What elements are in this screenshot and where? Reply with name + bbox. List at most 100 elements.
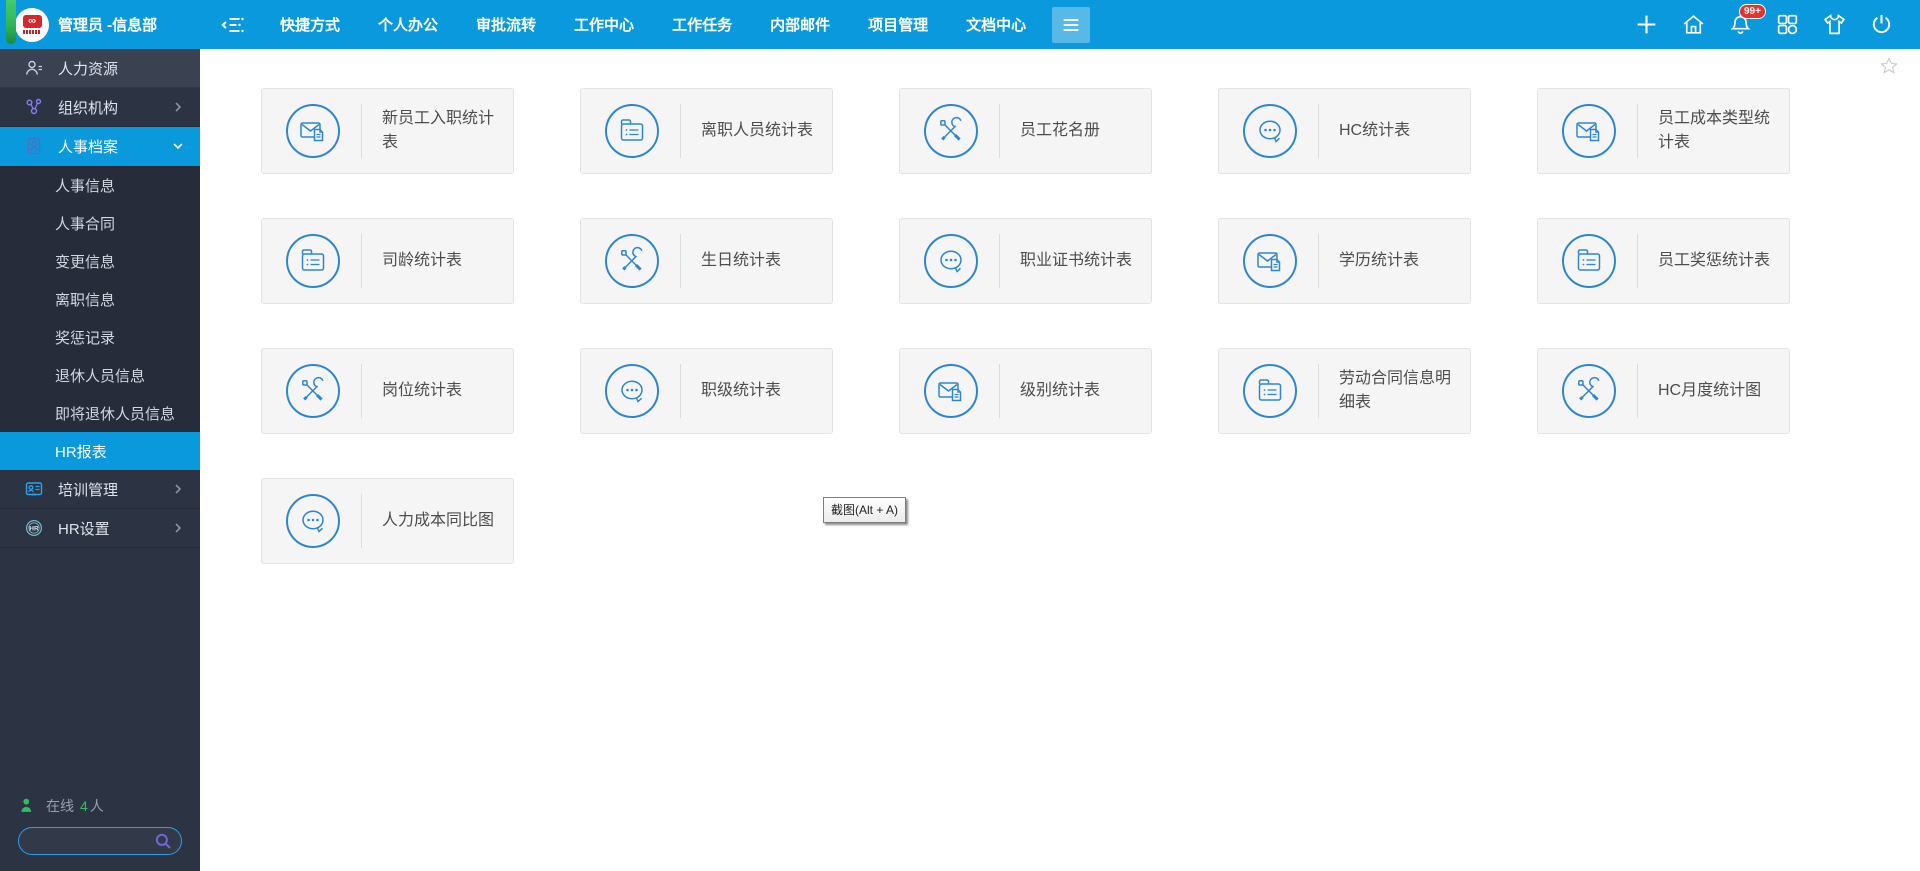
card-divider xyxy=(1637,104,1638,158)
topnav-item[interactable]: 项目管理 xyxy=(868,14,928,35)
person-file-icon xyxy=(24,136,44,156)
report-card[interactable]: 学历统计表 xyxy=(1218,218,1471,304)
sidebar-subitem[interactable]: 退休人员信息 xyxy=(0,356,200,394)
home-icon[interactable] xyxy=(1681,12,1706,37)
topnav-item[interactable]: 工作中心 xyxy=(574,14,634,35)
report-icon-circle xyxy=(924,364,978,418)
report-card[interactable]: 职业证书统计表 xyxy=(899,218,1152,304)
sidebar-item-human-resources[interactable]: 人力资源 xyxy=(0,49,200,88)
notifications-button[interactable]: 99+ xyxy=(1728,4,1766,37)
chat-icon xyxy=(297,505,329,537)
sidebar-subitem[interactable]: 离职信息 xyxy=(0,280,200,318)
sidebar-item-training[interactable]: 培训管理 xyxy=(0,470,200,509)
card-divider xyxy=(361,494,362,548)
topnav-item[interactable]: 文档中心 xyxy=(966,14,1026,35)
folder-list-icon xyxy=(1573,245,1605,277)
collapse-sidebar-icon[interactable] xyxy=(220,13,246,37)
chat-icon xyxy=(935,245,967,277)
topnav-item[interactable]: 审批流转 xyxy=(476,14,536,35)
sidebar-item-hr-settings[interactable]: HR设置 xyxy=(0,509,200,548)
main-content: 新员工入职统计表 离职人员统计表 员工花名册 HC统计表 员工成本类型统计表 司… xyxy=(200,49,1920,871)
theme-shirt-icon[interactable] xyxy=(1822,12,1847,37)
topnav-item[interactable]: 个人办公 xyxy=(378,14,438,35)
report-card[interactable]: 岗位统计表 xyxy=(261,348,514,434)
report-card-label: 学历统计表 xyxy=(1339,252,1420,269)
report-card[interactable]: 人力成本同比图 xyxy=(261,478,514,564)
report-icon-circle xyxy=(1562,234,1616,288)
logo-script-decoration xyxy=(23,30,41,34)
tools-icon xyxy=(297,375,329,407)
id-card-icon xyxy=(24,479,44,499)
online-label: 在线 xyxy=(46,798,74,814)
report-card-label: 新员工入职统计表 xyxy=(382,110,495,151)
sidebar: 人力资源 组织机构 人事档案 人事信息 人事合同 变更信息 离职信息 奖惩记录 … xyxy=(0,49,200,871)
search-icon[interactable] xyxy=(154,832,173,851)
report-card[interactable]: 司龄统计表 xyxy=(261,218,514,304)
report-card[interactable]: 级别统计表 xyxy=(899,348,1152,434)
sidebar-item-organization[interactable]: 组织机构 xyxy=(0,88,200,127)
sidebar-subitem[interactable]: 奖惩记录 xyxy=(0,318,200,356)
mail-doc-icon xyxy=(935,375,967,407)
report-icon-circle xyxy=(924,234,978,288)
topnav-item[interactable]: 内部邮件 xyxy=(770,14,830,35)
report-card-label: 生日统计表 xyxy=(701,252,782,269)
chat-icon xyxy=(616,375,648,407)
report-icon-circle xyxy=(286,104,340,158)
report-card-label: HC统计表 xyxy=(1339,122,1411,139)
report-card[interactable]: 职级统计表 xyxy=(580,348,833,434)
sidebar-subitem[interactable]: 变更信息 xyxy=(0,242,200,280)
card-divider xyxy=(361,104,362,158)
app-grid-icon[interactable] xyxy=(1775,12,1800,37)
topnav-item[interactable]: 快捷方式 xyxy=(280,14,340,35)
more-menu-button[interactable] xyxy=(1052,6,1091,43)
notification-badge: 99+ xyxy=(1739,4,1766,19)
report-card-label: 岗位统计表 xyxy=(382,382,463,399)
chevron-right-icon xyxy=(170,520,186,536)
person-list-icon xyxy=(24,58,44,78)
brand-area: ∞ 管理员 -信息部 xyxy=(0,0,200,49)
report-icon-circle xyxy=(1243,234,1297,288)
card-divider xyxy=(999,364,1000,418)
card-divider xyxy=(680,234,681,288)
app-logo[interactable]: ∞ xyxy=(15,7,49,42)
topbar-actions: 99+ xyxy=(1634,4,1894,37)
report-card-label: 职级统计表 xyxy=(701,382,782,399)
report-icon-circle xyxy=(924,104,978,158)
sidebar-subitem[interactable]: HR报表 xyxy=(0,432,200,470)
report-card[interactable]: HC月度统计图 xyxy=(1537,348,1790,434)
mail-doc-icon xyxy=(1573,115,1605,147)
sidebar-subitem[interactable]: 人事信息 xyxy=(0,166,200,204)
sidebar-item-personnel-files[interactable]: 人事档案 xyxy=(0,127,200,166)
report-card[interactable]: 员工奖惩统计表 xyxy=(1537,218,1790,304)
report-icon-circle xyxy=(1562,364,1616,418)
top-bar: ∞ 管理员 -信息部 快捷方式 个人办公 审批流转 工作中心 工作任务 内部邮件… xyxy=(0,0,1920,49)
add-icon[interactable] xyxy=(1634,12,1659,37)
card-divider xyxy=(999,234,1000,288)
report-card[interactable]: 员工成本类型统计表 xyxy=(1537,88,1790,174)
report-card[interactable]: 新员工入职统计表 xyxy=(261,88,514,174)
report-card[interactable]: 员工花名册 xyxy=(899,88,1152,174)
favorite-star-icon[interactable] xyxy=(1878,55,1900,77)
report-card[interactable]: 生日统计表 xyxy=(580,218,833,304)
report-card-label: 员工奖惩统计表 xyxy=(1658,252,1771,269)
report-icon-circle xyxy=(1243,364,1297,418)
sidebar-subitem[interactable]: 人事合同 xyxy=(0,204,200,242)
report-card[interactable]: HC统计表 xyxy=(1218,88,1471,174)
topnav-item[interactable]: 工作任务 xyxy=(672,14,732,35)
mail-doc-icon xyxy=(297,115,329,147)
card-divider xyxy=(361,234,362,288)
report-icon-circle xyxy=(605,364,659,418)
report-card[interactable]: 劳动合同信息明细表 xyxy=(1218,348,1471,434)
report-card-label: 职业证书统计表 xyxy=(1020,252,1133,269)
report-card[interactable]: 离职人员统计表 xyxy=(580,88,833,174)
sidebar-subitem-label: 人事合同 xyxy=(55,215,116,233)
sidebar-search xyxy=(18,827,182,855)
folder-list-icon xyxy=(616,115,648,147)
personnel-files-submenu: 人事信息 人事合同 变更信息 离职信息 奖惩记录 退休人员信息 即将退休人员信息… xyxy=(0,166,200,470)
tools-icon xyxy=(935,115,967,147)
sidebar-subitem[interactable]: 即将退休人员信息 xyxy=(0,394,200,432)
logout-power-icon[interactable] xyxy=(1869,12,1894,37)
sidebar-item-label: 人事档案 xyxy=(58,138,119,156)
report-card-grid: 新员工入职统计表 离职人员统计表 员工花名册 HC统计表 员工成本类型统计表 司… xyxy=(261,88,1801,564)
report-card-label: 离职人员统计表 xyxy=(701,122,814,139)
